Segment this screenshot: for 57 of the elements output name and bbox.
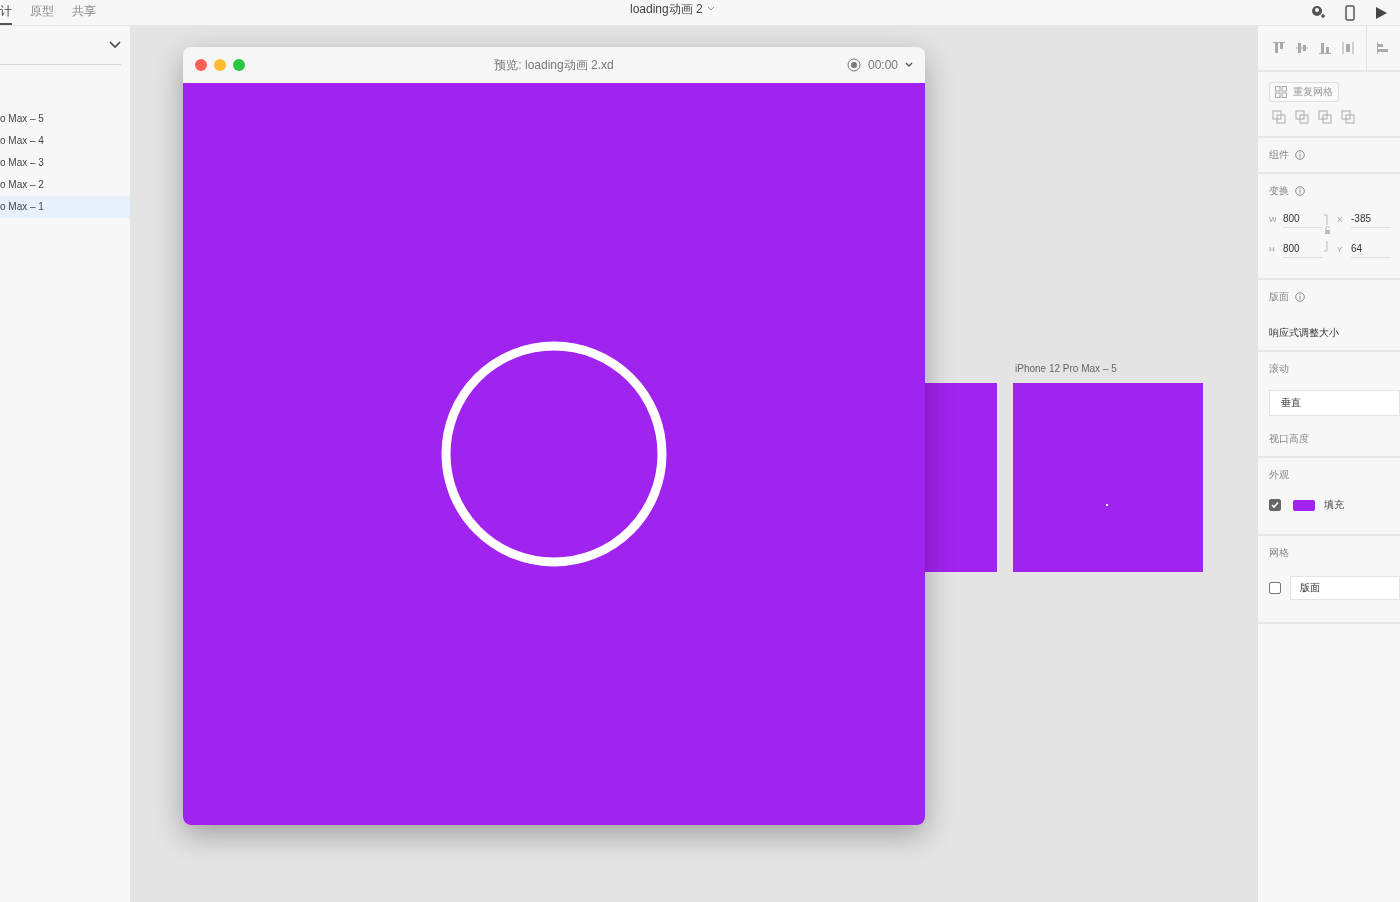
align-top-icon[interactable]	[1272, 41, 1286, 55]
grid-icon	[1275, 86, 1287, 98]
maximize-button[interactable]	[233, 59, 245, 71]
time-label: 00:00	[867, 58, 898, 72]
layer-item[interactable]: o Max – 5	[0, 108, 130, 130]
lock-icon[interactable]	[1323, 213, 1331, 253]
section-label: 外观	[1269, 468, 1290, 482]
input-field[interactable]: 800	[1283, 210, 1323, 228]
chevron-icon	[109, 41, 121, 49]
section-label: 视口高度	[1269, 432, 1310, 446]
minimize-button[interactable]	[214, 59, 226, 71]
subtract-icon[interactable]	[1295, 110, 1309, 124]
intersect-icon[interactable]	[1318, 110, 1332, 124]
field-label: W	[1269, 214, 1277, 224]
section-label: 网格	[1269, 546, 1290, 560]
info-icon[interactable]	[1295, 292, 1305, 302]
fill-label: 填充	[1324, 498, 1344, 512]
distribute-icon[interactable]	[1341, 41, 1355, 55]
exclude-icon[interactable]	[1341, 110, 1355, 124]
input-field[interactable]: 64	[1351, 240, 1391, 258]
align-left-icon[interactable]	[1376, 41, 1390, 55]
layer-item[interactable]: o Max – 4	[0, 130, 130, 152]
user-add-icon[interactable]	[1310, 4, 1326, 21]
input-field[interactable]: -385	[1351, 210, 1391, 228]
layer-item[interactable]: o Max – 1	[0, 196, 130, 218]
info-icon[interactable]	[1295, 150, 1305, 160]
section-label: 滚动	[1269, 362, 1290, 376]
close-button[interactable]	[195, 59, 207, 71]
tab[interactable]: 原型	[30, 0, 54, 23]
grid-select[interactable]: 版面	[1290, 576, 1400, 600]
chevron-icon[interactable]	[905, 62, 913, 68]
section-label: 版面	[1269, 290, 1289, 304]
checkbox[interactable]	[1269, 582, 1281, 594]
play-icon[interactable]	[1374, 5, 1388, 20]
align-middle-icon[interactable]	[1295, 41, 1309, 55]
document-title[interactable]: loading动画 2	[630, 0, 715, 18]
layer-item[interactable]: o Max – 2	[0, 174, 130, 196]
input-field[interactable]: 800	[1283, 240, 1323, 258]
phone-icon[interactable]	[1344, 4, 1356, 21]
info-icon[interactable]	[1295, 186, 1305, 196]
responsive-resize-label: 响应式调整大小	[1269, 326, 1340, 340]
checkbox[interactable]	[1269, 499, 1281, 511]
field-label: Y	[1337, 244, 1344, 254]
color-swatch[interactable]	[1293, 499, 1315, 511]
section-label: 组件	[1269, 148, 1289, 162]
record-icon[interactable]	[846, 58, 861, 72]
tab[interactable]: 共享	[72, 0, 96, 23]
window-title: 预览: loading动画 2.xd	[494, 56, 614, 74]
scroll-select[interactable]: 垂直	[1269, 390, 1400, 416]
union-icon[interactable]	[1272, 110, 1286, 124]
layer-item[interactable]: o Max – 3	[0, 152, 130, 174]
section-label: 变换	[1269, 184, 1289, 198]
align-bottom-icon[interactable]	[1318, 41, 1332, 55]
artboard-label: iPhone 12 Pro Max – 5	[1015, 363, 1117, 374]
field-label: H	[1269, 244, 1276, 254]
chevron-icon	[706, 6, 715, 12]
field-label: X	[1337, 214, 1344, 224]
